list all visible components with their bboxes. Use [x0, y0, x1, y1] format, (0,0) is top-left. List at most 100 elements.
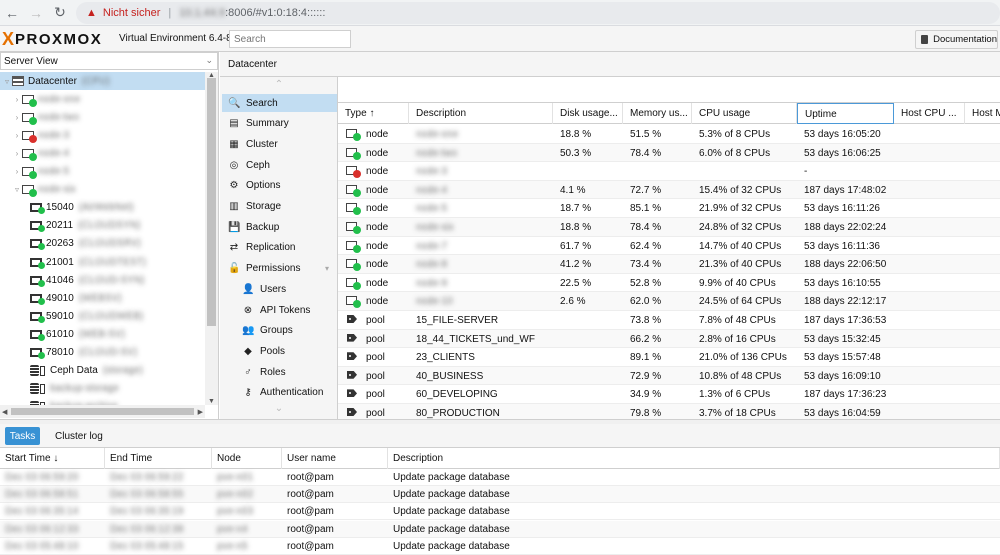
- grid-row[interactable]: node node-9 22.5 % 52.8 % 9.9% of 40 CPUs 53 …: [338, 274, 1000, 293]
- task-row[interactable]: Dec 03 06:35:14 Dec 03 06:35:19 pve-n03 roo…: [0, 503, 1000, 521]
- tree-item-storage[interactable]: Ceph Data (storage): [0, 362, 205, 380]
- tree-item-node-off[interactable]: › node-3: [0, 126, 205, 144]
- task-row[interactable]: Dec 03 06:59:20 Dec 03 06:59:22 pve-n01 roo…: [0, 469, 1000, 486]
- grid-row[interactable]: pool 80_PRODUCTION 79.8 % 3.7% of 18 CPUs 53…: [338, 404, 1000, 419]
- task-row[interactable]: Dec 03 06:58:51 Dec 03 06:58:55 pve-n02 roo…: [0, 486, 1000, 504]
- tree-item-vm[interactable]: 21001 (CLOUDTEST): [0, 253, 205, 271]
- tree-item-vm[interactable]: 49010 (WEBSV): [0, 289, 205, 307]
- menu-item-replication[interactable]: ⇄ Replication: [222, 239, 337, 257]
- tree-item-vm[interactable]: 61010 (WEB-SV): [0, 325, 205, 343]
- menu-item-roles[interactable]: ♂ Roles: [222, 363, 337, 381]
- expand-toggle-icon[interactable]: ›: [12, 131, 22, 140]
- grid-row[interactable]: pool 15_FILE-SERVER 73.8 % 7.8% of 48 CPUs 1…: [338, 311, 1000, 330]
- storage-icon: [30, 383, 39, 395]
- tree-item-vm[interactable]: 78010 (CLOUD-SV): [0, 344, 205, 362]
- grid-row[interactable]: pool 60_DEVELOPING 34.9 % 1.3% of 6 CPUs 187…: [338, 385, 1000, 404]
- menu-scroll-down-icon[interactable]: ⌄: [220, 403, 338, 414]
- grid-row[interactable]: pool 18_44_TICKETS_und_WF 66.2 % 2.8% of 16…: [338, 329, 1000, 349]
- menu-item-ceph[interactable]: ◎ Ceph: [222, 156, 337, 174]
- menu-item-authentication[interactable]: ⚷ Authentication: [222, 384, 337, 402]
- scroll-down-icon[interactable]: ▼: [208, 398, 215, 405]
- forward-button[interactable]: →: [24, 1, 48, 25]
- column-header[interactable]: CPU usage: [692, 103, 797, 124]
- menu-item-groups[interactable]: 👥 Groups: [222, 322, 337, 340]
- back-button[interactable]: ←: [0, 1, 24, 25]
- address-bar[interactable]: ▲ Nicht sicher | 10.1.44.9:8006/#v1:0:18…: [76, 2, 1000, 24]
- tree-hscroll-thumb[interactable]: [11, 408, 194, 415]
- collapse-chevron-icon[interactable]: ▾: [325, 264, 329, 273]
- tree-item-storage[interactable]: backup-archive: [0, 398, 205, 405]
- column-header[interactable]: Type ↑: [338, 103, 409, 124]
- tree-item-node[interactable]: › node-two: [0, 108, 205, 126]
- grid-row[interactable]: pool 23_CLIENTS 89.1 % 21.0% of 136 CPUs 53 …: [338, 348, 1000, 367]
- tree-item-vm[interactable]: 20211 (CLOUDSYN): [0, 217, 205, 235]
- tree-item-storage[interactable]: backup-storage: [0, 380, 205, 398]
- log-column-header[interactable]: Description: [388, 448, 1000, 469]
- column-header[interactable]: Disk usage...: [553, 103, 623, 124]
- expand-toggle-icon[interactable]: ›: [12, 149, 22, 158]
- menu-item-cluster[interactable]: ▦ Cluster: [222, 135, 337, 153]
- grid-row[interactable]: node node-5 18.7 % 85.1 % 21.9% of 32 CPUs 53…: [338, 199, 1000, 218]
- menu-item-storage[interactable]: ▥ Storage: [222, 198, 337, 216]
- menu-item-pools[interactable]: ◆ Pools: [222, 342, 337, 360]
- tree-item-node[interactable]: › node-5: [0, 163, 205, 181]
- security-status[interactable]: Nicht sicher: [103, 7, 160, 19]
- menu-item-users[interactable]: 👤 Users: [222, 280, 337, 298]
- menu-item-summary[interactable]: ▤ Summary: [222, 115, 337, 133]
- scroll-left-icon[interactable]: ◀: [2, 408, 7, 416]
- scroll-right-icon[interactable]: ▶: [198, 408, 203, 416]
- cell-mem: [623, 162, 692, 180]
- grid-row[interactable]: node node-one 18.8 % 51.5 % 5.3% of 8 CPUs 53…: [338, 125, 1000, 144]
- tree-item-datacenter[interactable]: ▿ Datacenter (CPU): [0, 72, 205, 90]
- tab-cluster-log[interactable]: Cluster log: [50, 427, 108, 445]
- tree-item-node[interactable]: › node-4: [0, 144, 205, 162]
- log-column-header[interactable]: User name: [282, 448, 388, 469]
- grid-row[interactable]: node node-10 2.6 % 62.0 % 24.5% of 64 CPUs 18…: [338, 292, 1000, 311]
- documentation-button[interactable]: Documentation: [915, 30, 998, 49]
- expand-toggle-icon[interactable]: ›: [12, 167, 22, 176]
- grid-row[interactable]: node node-six 18.8 % 78.4 % 24.8% of 32 CPUs…: [338, 218, 1000, 237]
- grid-row[interactable]: node node-8 41.2 % 73.4 % 21.3% of 40 CPUs 18…: [338, 255, 1000, 274]
- tree-item-node[interactable]: ▿ node-six: [0, 181, 205, 199]
- tree-item-vm[interactable]: 15040 (AirWebNet): [0, 199, 205, 217]
- proxmox-logo[interactable]: X PROXMOX: [2, 29, 102, 49]
- menu-item-options[interactable]: ⚙ Options: [222, 177, 337, 195]
- cluster-icon: ▦: [229, 138, 239, 150]
- column-header[interactable]: Memory us...: [623, 103, 692, 124]
- expand-toggle-icon[interactable]: ›: [12, 113, 22, 122]
- task-row[interactable]: Dec 03 05:48:10 Dec 03 05:48:15 pve-n5 root…: [0, 538, 1000, 555]
- tree-item-vm[interactable]: 41046 (CLOUD-SYN): [0, 271, 205, 289]
- search-input[interactable]: [229, 30, 351, 48]
- tab-tasks[interactable]: Tasks: [5, 427, 40, 445]
- chevron-down-icon[interactable]: ⌄: [205, 55, 213, 66]
- tree-item-vm[interactable]: 59010 (CLOUDWEB): [0, 307, 205, 325]
- menu-item-backup[interactable]: 💾 Backup: [222, 218, 337, 236]
- tree-horizontal-scrollbar[interactable]: ◀ ▶: [0, 405, 205, 418]
- grid-row[interactable]: pool 40_BUSINESS 72.9 % 10.8% of 48 CPUs 53 …: [338, 366, 1000, 386]
- menu-item-api-tokens[interactable]: ⊗ API Tokens: [222, 301, 337, 319]
- expand-toggle-icon[interactable]: ▿: [2, 77, 12, 86]
- grid-row[interactable]: node node-two 50.3 % 78.4 % 6.0% of 8 CPUs 53…: [338, 143, 1000, 163]
- grid-row[interactable]: node node-4 4.1 % 72.7 % 15.4% of 32 CPUs 187…: [338, 180, 1000, 200]
- expand-toggle-icon[interactable]: ▿: [12, 185, 22, 194]
- menu-scroll-up-icon[interactable]: ⌃: [220, 79, 338, 90]
- column-header[interactable]: Host CPU ...: [894, 103, 965, 124]
- tree-item-node[interactable]: › node-one: [0, 90, 205, 108]
- menu-item-search[interactable]: 🔍 Search: [222, 94, 337, 112]
- log-column-header[interactable]: Start Time ↓: [0, 448, 105, 469]
- column-header[interactable]: Uptime: [797, 103, 894, 124]
- log-column-header[interactable]: Node: [212, 448, 282, 469]
- task-row[interactable]: Dec 03 06:12:33 Dec 03 06:12:38 pve-n4 root…: [0, 520, 1000, 538]
- grid-row[interactable]: node node-7 61.7 % 62.4 % 14.7% of 40 CPUs 53…: [338, 237, 1000, 256]
- tree-item-vm[interactable]: 20263 (CLOUDSRV): [0, 235, 205, 253]
- menu-item-permissions[interactable]: 🔓 Permissions ▾: [222, 260, 337, 278]
- column-header[interactable]: Host M: [965, 103, 1000, 124]
- expand-toggle-icon[interactable]: ›: [12, 95, 22, 104]
- tree-scroll-thumb[interactable]: [207, 78, 216, 326]
- column-header[interactable]: Description: [409, 103, 553, 124]
- log-column-header[interactable]: End Time: [105, 448, 212, 469]
- tree-vertical-scrollbar[interactable]: ▲ ▼: [205, 72, 218, 405]
- reload-button[interactable]: ↻: [48, 1, 72, 25]
- grid-row[interactable]: node node-3 -: [338, 162, 1000, 181]
- view-selector[interactable]: Server View ⌄: [0, 52, 218, 70]
